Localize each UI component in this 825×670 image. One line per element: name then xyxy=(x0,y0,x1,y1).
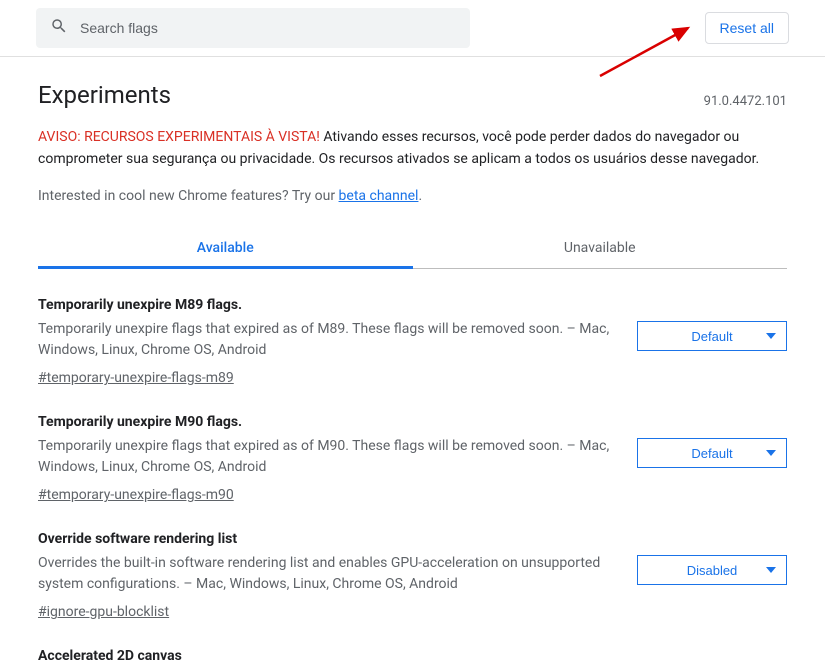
flag-title: Override software rendering list xyxy=(38,531,617,547)
flag-title: Temporarily unexpire M90 flags. xyxy=(38,414,617,430)
flag-description: Overrides the built-in software renderin… xyxy=(38,553,617,595)
flag-row: Override software rendering list Overrid… xyxy=(38,503,787,620)
tab-available[interactable]: Available xyxy=(38,228,413,269)
flag-row: Temporarily unexpire M89 flags. Temporar… xyxy=(38,269,787,386)
flag-select[interactable]: Default xyxy=(637,321,787,351)
flag-row: Temporarily unexpire M90 flags. Temporar… xyxy=(38,386,787,503)
header-row: Experiments 91.0.4472.101 xyxy=(38,81,787,109)
flag-title: Accelerated 2D canvas xyxy=(38,648,767,664)
flag-row: Accelerated 2D canvas xyxy=(38,620,787,670)
flag-select[interactable]: Default xyxy=(637,438,787,468)
flag-anchor-link[interactable]: #temporary-unexpire-flags-m89 xyxy=(38,370,234,386)
flag-anchor-link[interactable]: #temporary-unexpire-flags-m90 xyxy=(38,487,234,503)
tab-unavailable[interactable]: Unavailable xyxy=(413,228,788,269)
promo-text: Interested in cool new Chrome features? … xyxy=(38,188,787,204)
search-input[interactable] xyxy=(80,20,456,36)
version-text: 91.0.4472.101 xyxy=(704,94,787,109)
flag-title: Temporarily unexpire M89 flags. xyxy=(38,297,617,313)
search-icon xyxy=(50,17,80,39)
flag-list: Temporarily unexpire M89 flags. Temporar… xyxy=(38,269,787,670)
promo-prefix: Interested in cool new Chrome features? … xyxy=(38,188,339,204)
beta-channel-link[interactable]: beta channel xyxy=(339,188,419,204)
flag-description: Temporarily unexpire flags that expired … xyxy=(38,319,617,361)
main-container: Experiments 91.0.4472.101 AVISO: RECURSO… xyxy=(0,81,825,670)
warning-text: AVISO: RECURSOS EXPERIMENTAIS À VISTA! A… xyxy=(38,127,787,170)
flag-anchor-link[interactable]: #ignore-gpu-blocklist xyxy=(38,604,169,620)
page-title: Experiments xyxy=(38,81,171,109)
tabs: Available Unavailable xyxy=(38,228,787,269)
warning-red: AVISO: RECURSOS EXPERIMENTAIS À VISTA! xyxy=(38,129,320,145)
reset-all-button[interactable]: Reset all xyxy=(705,12,789,44)
search-box[interactable] xyxy=(36,8,470,48)
flag-description: Temporarily unexpire flags that expired … xyxy=(38,436,617,478)
promo-suffix: . xyxy=(418,188,422,204)
flag-select[interactable]: Disabled xyxy=(637,555,787,585)
top-bar: Reset all xyxy=(0,0,825,57)
